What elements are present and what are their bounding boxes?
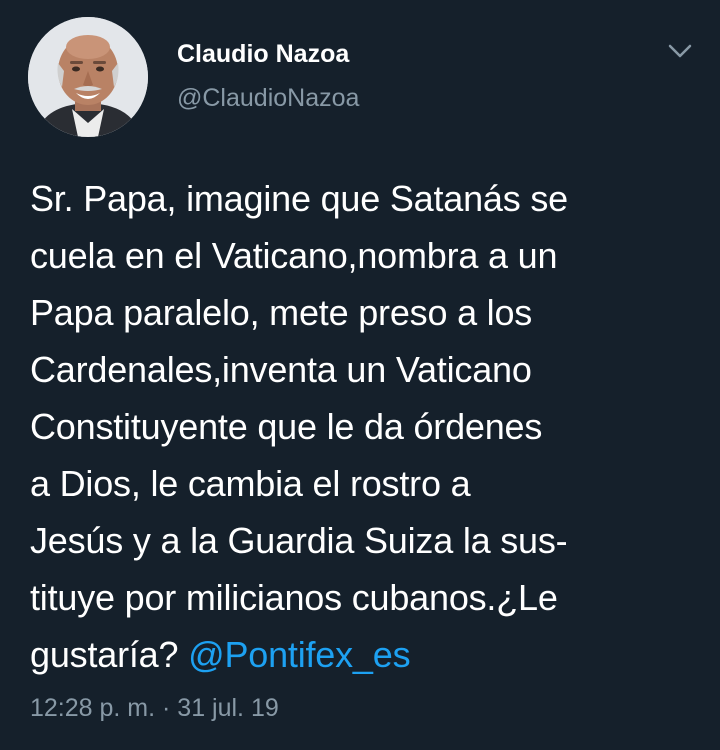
avatar[interactable] — [28, 17, 148, 137]
tweet-line-text: gustaría? — [30, 634, 189, 675]
avatar-photo — [28, 17, 148, 137]
tweet-line: Papa paralelo, mete preso a los — [30, 292, 533, 333]
tweet-line: cuela en el Vaticano,nombra a un — [30, 235, 558, 276]
tweet-line: Sr. Papa, imagine que Satanás se — [30, 178, 568, 219]
tweet-line: Jesús y a la Guardia Suiza la sus- — [30, 520, 568, 561]
tweet-line: Constituyente que le da órdenes — [30, 406, 543, 447]
tweet-line: Cardenales,inventa un Vaticano — [30, 349, 532, 390]
mention-link[interactable]: @Pontifex_es — [188, 634, 410, 675]
author-handle[interactable]: @ClaudioNazoa — [177, 84, 359, 113]
tweet-body: Sr. Papa, imagine que Satanás se cuela e… — [30, 170, 700, 683]
chevron-down-icon[interactable] — [662, 38, 698, 64]
tweet-line: a Dios, le cambia el rostro a — [30, 463, 471, 504]
tweet-card: Claudio Nazoa @ClaudioNazoa Sr. Papa, im… — [0, 0, 720, 750]
chevron-down-icon-glyph — [668, 44, 692, 58]
tweet-timestamp[interactable]: 12:28 p. m. · 31 jul. 19 — [30, 694, 279, 723]
tweet-line-last: gustaría? @Pontifex_es — [30, 626, 700, 683]
tweet-line: tituye por milicianos cubanos.¿Le — [30, 577, 558, 618]
author-name[interactable]: Claudio Nazoa — [177, 40, 349, 69]
